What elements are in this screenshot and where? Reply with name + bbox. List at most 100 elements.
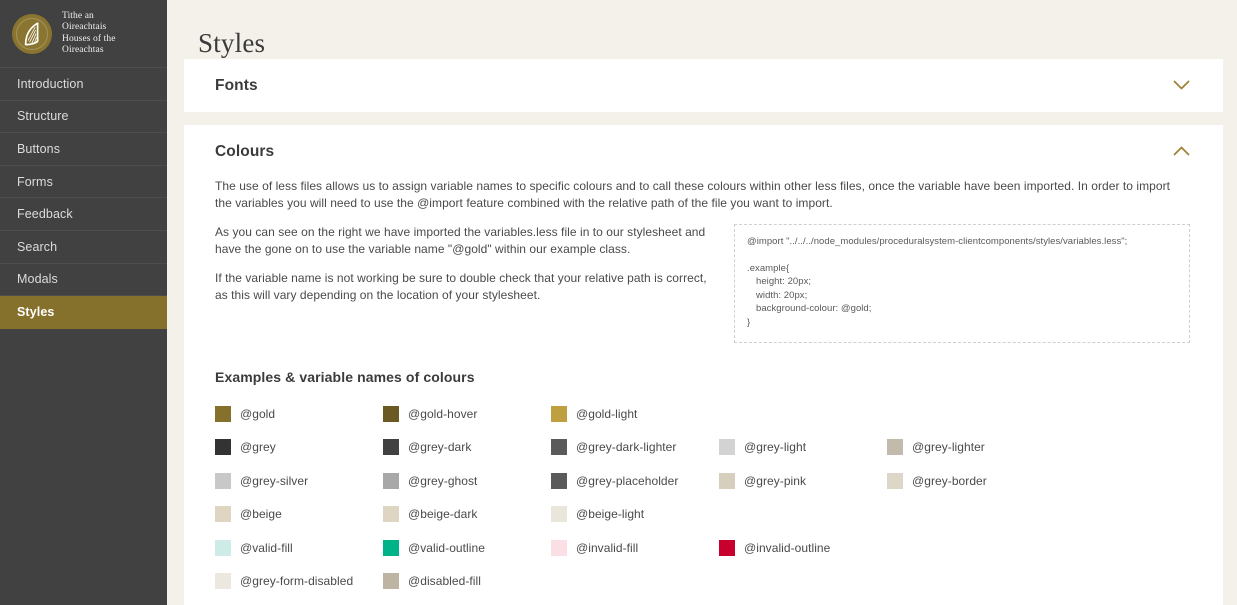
swatch-grid: @gold @gold-hover @gold-light @grey @grey-da… [215,397,1190,605]
code-declaration-width: width: 20px; [756,289,808,301]
swatch-cell: @grey-ghost [383,472,551,489]
swatch-row: @beige @beige-dark @beige-light [215,498,1190,532]
brand-header[interactable]: Tithe an Oireachtais Houses of the Oirea… [0,0,167,68]
sidebar-item-label: Structure [17,109,69,124]
sidebar-item-label: Search [17,239,58,254]
sidebar-item-buttons[interactable]: Buttons [0,133,167,166]
colour-swatch-box [383,472,399,489]
colour-swatch-box [551,439,567,456]
colours-section-header[interactable]: Colours [184,125,1223,178]
sidebar-item-forms[interactable]: Forms [0,166,167,199]
sidebar-item-label: Forms [17,174,53,189]
colour-swatch-label: @gold [240,406,276,421]
brand-line-2: Oireachtais [62,22,107,32]
brand-line-1: Tithe an [62,10,94,21]
swatch-row: @grey-silver @grey-ghost @grey-placeholder… [215,464,1190,498]
swatch-cell: @valid-outline [383,539,551,556]
colour-swatch-box [719,472,735,489]
swatch-cell: @grey-pink [719,472,887,489]
colour-swatch-box [215,472,231,489]
colour-swatch-box [215,539,231,556]
colour-swatch-box [215,405,231,422]
swatch-row: @grey @grey-dark @grey-dark-lighter @grey-l… [215,431,1190,465]
sidebar-item-styles[interactable]: Styles [0,296,167,329]
swatch-cell: @beige-dark [383,506,551,523]
colours-intro-paragraph: The use of less files allows us to assig… [215,179,1171,210]
colour-swatch-label: @grey-ghost [408,473,478,488]
page-title: Styles [198,28,266,58]
colour-swatch-label: @grey-form-disabled [240,574,354,589]
code-declaration-height: height: 20px; [756,276,812,287]
swatch-cell: @gold-light [551,405,719,422]
colour-swatch-label: @valid-fill [240,540,293,555]
sidebar-item-label: Introduction [17,76,84,91]
brand-line-3: Houses of the [62,33,116,44]
code-selector-line: .example{ [747,262,790,274]
swatch-cell: @grey-silver [215,472,383,489]
brand-line-4: Oireachtas [62,45,104,55]
colours-right-paragraph: As you can see on the right we have impo… [215,225,706,256]
sidebar-item-modals[interactable]: Modals [0,264,167,297]
sidebar-item-label: Buttons [17,141,61,156]
colour-swatch-label: @valid-outline [408,540,485,555]
sidebar-item-label: Feedback [17,207,73,222]
chevron-up-icon[interactable] [1173,146,1190,157]
code-import-line: @import "../../../node_modules/procedura… [747,236,1128,247]
colour-swatch-label: @gold-hover [408,406,478,421]
colour-swatch-label: @grey [240,440,276,455]
swatch-cell: @grey-dark-lighter [551,439,719,456]
colour-swatch-box [887,472,903,489]
colour-swatch-box [383,573,399,590]
swatch-row: @gold @gold-hover @gold-light [215,397,1190,431]
colour-swatch-box [719,539,735,556]
code-declaration-background: background-colour: @gold; [756,303,872,314]
sidebar-item-structure[interactable]: Structure [0,101,167,134]
swatch-cell: @grey-light [719,439,887,456]
chevron-down-icon[interactable] [1173,80,1190,91]
colour-swatch-label: @grey-light [744,440,807,455]
swatch-cell: @beige-light [551,506,719,523]
swatch-cell: @grey [215,439,383,456]
sidebar-item-feedback[interactable]: Feedback [0,198,167,231]
swatch-cell: @grey-lighter [887,439,1055,456]
brand-title: Tithe an Oireachtais Houses of the Oirea… [62,11,116,57]
colour-swatch-box [719,439,735,456]
swatch-cell: @valid-fill [215,539,383,556]
colour-swatch-label: @beige [240,507,282,522]
colour-swatch-label: @grey-pink [744,473,807,488]
colour-swatch-box [887,439,903,456]
code-close-brace: } [747,316,751,328]
swatch-cell: @gold-hover [383,405,551,422]
sidebar-item-introduction[interactable]: Introduction [0,68,167,101]
sidebar-item-label: Modals [17,272,58,287]
colour-swatch-box [551,506,567,523]
swatch-cell: @disabled-fill [383,573,551,590]
colour-swatch-label: @grey-dark [408,440,472,455]
colours-section-body: The use of less files allows us to assig… [184,178,1223,605]
colours-section-card: Colours The use of less files allows us … [184,125,1223,605]
swatch-row: @grey-form-disabled @disabled-fill [215,565,1190,599]
colours-check-paragraph: If the variable name is not working be s… [215,271,707,302]
swatch-row: @valid-fill @valid-outline @invalid-fill @i… [215,531,1190,565]
sidebar: Tithe an Oireachtais Houses of the Oirea… [0,0,167,605]
fonts-section-card: Fonts [184,59,1223,112]
swatch-cell: @grey-form-disabled [215,573,383,590]
sidebar-item-search[interactable]: Search [0,231,167,264]
fonts-section-title: Fonts [215,76,258,94]
colour-swatch-box [215,439,231,456]
swatch-cell: @beige [215,506,383,523]
colour-swatch-box [215,573,231,590]
colour-swatch-box [551,405,567,422]
swatch-cell: @grey-placeholder [551,472,719,489]
swatch-section-heading: Examples & variable names of colours [215,369,475,385]
colour-swatch-box [383,539,399,556]
fonts-section-header[interactable]: Fonts [184,59,1223,112]
colours-explanation-text: As you can see on the right we have impo… [215,224,714,303]
colour-swatch-box [551,539,567,556]
harp-icon [12,13,52,54]
swatch-cell: @grey-dark [383,439,551,456]
swatch-cell: @invalid-outline [719,539,887,556]
colour-swatch-label: @grey-silver [240,473,309,488]
colour-swatch-box [383,439,399,456]
